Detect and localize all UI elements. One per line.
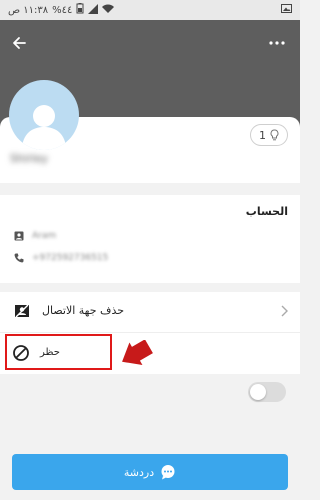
more-horizontal-icon [269,41,285,45]
contact-card-icon [14,231,24,241]
username-value: Aram [32,231,57,241]
avatar[interactable] [9,80,79,150]
tip-badge[interactable]: 1 [250,124,288,146]
chevron-right-icon [281,305,288,317]
lightbulb-icon [270,129,279,141]
tip-count: 1 [259,128,266,142]
chat-bubble-icon [161,465,175,480]
block-toggle[interactable] [248,382,286,402]
back-arrow-icon [13,37,26,49]
gallery-notification-icon [281,4,292,16]
status-bar: ١١:٣٨ ص %٤٤ [0,0,300,20]
battery-percentage: %٤٤ [52,4,73,16]
wifi-icon [102,4,115,17]
delete-contact-label: حذف جهة الاتصال [42,304,125,317]
signal-icon [88,3,99,17]
status-right [281,4,292,16]
toggle-knob [250,384,266,400]
pointer-arrow-icon [122,340,153,366]
more-options-button[interactable] [266,32,288,54]
delete-contact-icon [15,304,29,318]
username-row: Aram [14,231,56,241]
battery-icon [76,3,84,17]
default-avatar-icon [22,105,66,150]
status-left: ١١:٣٨ ص %٤٤ [8,3,115,17]
status-time: ١١:٣٨ ص [8,4,49,16]
phone-row: +972592736515 [14,253,108,263]
chat-button-label: دردشة [123,465,155,479]
chat-button[interactable]: دردشة [12,454,288,490]
phone-value: +972592736515 [32,253,109,263]
phone-icon [14,253,24,263]
back-button[interactable] [8,32,30,54]
account-section: الحساب Aram +972592736515 [0,195,300,283]
delete-contact-row[interactable]: حذف جهة الاتصال [0,292,300,333]
account-title: الحساب [245,205,288,218]
highlight-box [5,334,112,370]
profile-name: Shirley [10,152,48,165]
